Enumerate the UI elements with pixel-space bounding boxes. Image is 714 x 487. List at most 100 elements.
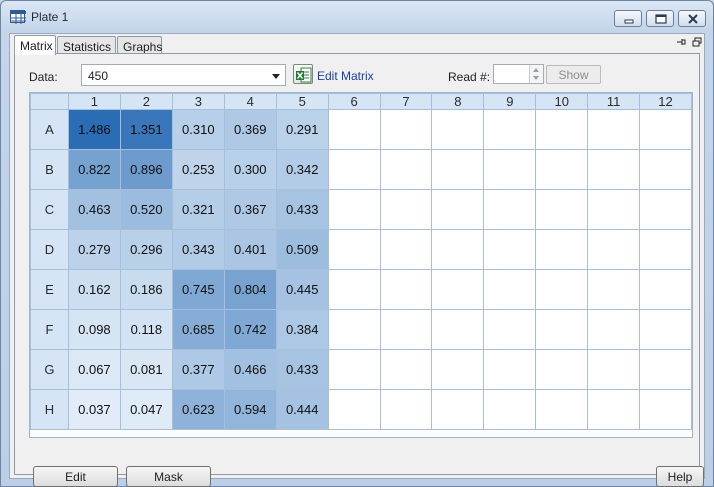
well-cell[interactable]: 0.509 [275, 229, 329, 270]
well-cell[interactable]: 0.037 [67, 389, 121, 430]
well-cell[interactable] [483, 349, 537, 390]
well-cell[interactable] [587, 389, 641, 430]
help-button[interactable]: Help [656, 466, 704, 487]
well-cell[interactable] [587, 269, 641, 310]
well-cell[interactable] [639, 389, 692, 430]
well-cell[interactable] [327, 389, 381, 430]
well-cell[interactable] [535, 349, 589, 390]
well-cell[interactable] [327, 309, 381, 350]
well-cell[interactable] [483, 109, 537, 150]
title-bar[interactable]: Plate 1 [1, 1, 713, 33]
well-cell[interactable]: 0.367 [223, 189, 277, 230]
well-cell[interactable] [535, 189, 589, 230]
maximize-button[interactable] [646, 10, 674, 27]
well-cell[interactable] [431, 269, 485, 310]
well-cell[interactable]: 0.098 [67, 309, 121, 350]
well-cell[interactable] [587, 229, 641, 270]
well-cell[interactable] [639, 109, 692, 150]
well-cell[interactable] [379, 309, 433, 350]
column-header[interactable]: 6 [327, 93, 381, 110]
well-cell[interactable]: 0.594 [223, 389, 277, 430]
minimize-button[interactable] [614, 10, 642, 27]
well-cell[interactable] [379, 389, 433, 430]
well-cell[interactable] [379, 349, 433, 390]
well-cell[interactable]: 0.310 [171, 109, 225, 150]
well-cell[interactable] [379, 189, 433, 230]
well-cell[interactable] [431, 309, 485, 350]
well-cell[interactable]: 0.321 [171, 189, 225, 230]
well-cell[interactable] [327, 269, 381, 310]
well-cell[interactable]: 0.253 [171, 149, 225, 190]
well-cell[interactable]: 0.081 [119, 349, 173, 390]
well-cell[interactable]: 0.742 [223, 309, 277, 350]
float-window-icon[interactable] [692, 37, 702, 47]
close-button[interactable] [678, 10, 706, 27]
column-header[interactable]: 7 [379, 93, 433, 110]
column-header[interactable]: 2 [119, 93, 173, 110]
well-cell[interactable]: 0.047 [119, 389, 173, 430]
well-cell[interactable] [587, 309, 641, 350]
well-cell[interactable]: 0.685 [171, 309, 225, 350]
mask-button[interactable]: Mask [126, 466, 211, 487]
well-cell[interactable]: 0.369 [223, 109, 277, 150]
well-cell[interactable]: 0.384 [275, 309, 329, 350]
well-cell[interactable] [379, 269, 433, 310]
row-header[interactable]: A [30, 109, 69, 150]
tab-matrix[interactable]: Matrix [14, 35, 56, 55]
well-cell[interactable] [639, 309, 692, 350]
well-cell[interactable] [483, 189, 537, 230]
well-cell[interactable]: 0.162 [67, 269, 121, 310]
column-header[interactable]: 10 [535, 93, 589, 110]
column-header[interactable]: 11 [587, 93, 641, 110]
well-cell[interactable]: 0.118 [119, 309, 173, 350]
stepper-arrows[interactable] [529, 65, 543, 83]
well-cell[interactable]: 0.377 [171, 349, 225, 390]
well-cell[interactable] [379, 109, 433, 150]
well-cell[interactable]: 0.896 [119, 149, 173, 190]
well-cell[interactable] [587, 189, 641, 230]
edit-button[interactable]: Edit [33, 466, 118, 487]
well-cell[interactable] [587, 149, 641, 190]
well-cell[interactable] [535, 269, 589, 310]
well-cell[interactable]: 0.822 [67, 149, 121, 190]
well-cell[interactable] [483, 269, 537, 310]
column-header[interactable]: 8 [431, 93, 485, 110]
column-header[interactable]: 3 [171, 93, 225, 110]
well-cell[interactable]: 0.444 [275, 389, 329, 430]
well-cell[interactable] [639, 149, 692, 190]
well-cell[interactable] [431, 389, 485, 430]
well-cell[interactable] [639, 189, 692, 230]
well-cell[interactable]: 1.351 [119, 109, 173, 150]
column-header[interactable]: 5 [275, 93, 329, 110]
well-cell[interactable] [327, 149, 381, 190]
well-cell[interactable] [431, 109, 485, 150]
well-cell[interactable]: 0.186 [119, 269, 173, 310]
well-cell[interactable] [379, 229, 433, 270]
well-cell[interactable] [327, 349, 381, 390]
well-cell[interactable] [587, 109, 641, 150]
column-header[interactable]: 12 [639, 93, 692, 110]
well-cell[interactable] [483, 389, 537, 430]
well-cell[interactable]: 0.067 [67, 349, 121, 390]
row-header[interactable]: G [30, 349, 69, 390]
column-header[interactable]: 4 [223, 93, 277, 110]
stepper-down-icon[interactable] [533, 76, 539, 80]
row-header[interactable]: C [30, 189, 69, 230]
row-header[interactable]: D [30, 229, 69, 270]
well-cell[interactable] [639, 269, 692, 310]
well-cell[interactable] [639, 349, 692, 390]
well-cell[interactable] [535, 309, 589, 350]
well-cell[interactable]: 0.623 [171, 389, 225, 430]
well-cell[interactable] [327, 229, 381, 270]
show-button[interactable]: Show [546, 65, 601, 84]
well-cell[interactable] [327, 109, 381, 150]
well-cell[interactable]: 0.433 [275, 349, 329, 390]
well-cell[interactable]: 0.296 [119, 229, 173, 270]
well-cell[interactable] [431, 149, 485, 190]
column-header[interactable]: 9 [483, 93, 537, 110]
data-select[interactable]: 450 [81, 64, 286, 86]
well-cell[interactable]: 1.486 [67, 109, 121, 150]
well-cell[interactable]: 0.445 [275, 269, 329, 310]
well-cell[interactable] [483, 309, 537, 350]
pin-icon[interactable] [676, 37, 686, 47]
